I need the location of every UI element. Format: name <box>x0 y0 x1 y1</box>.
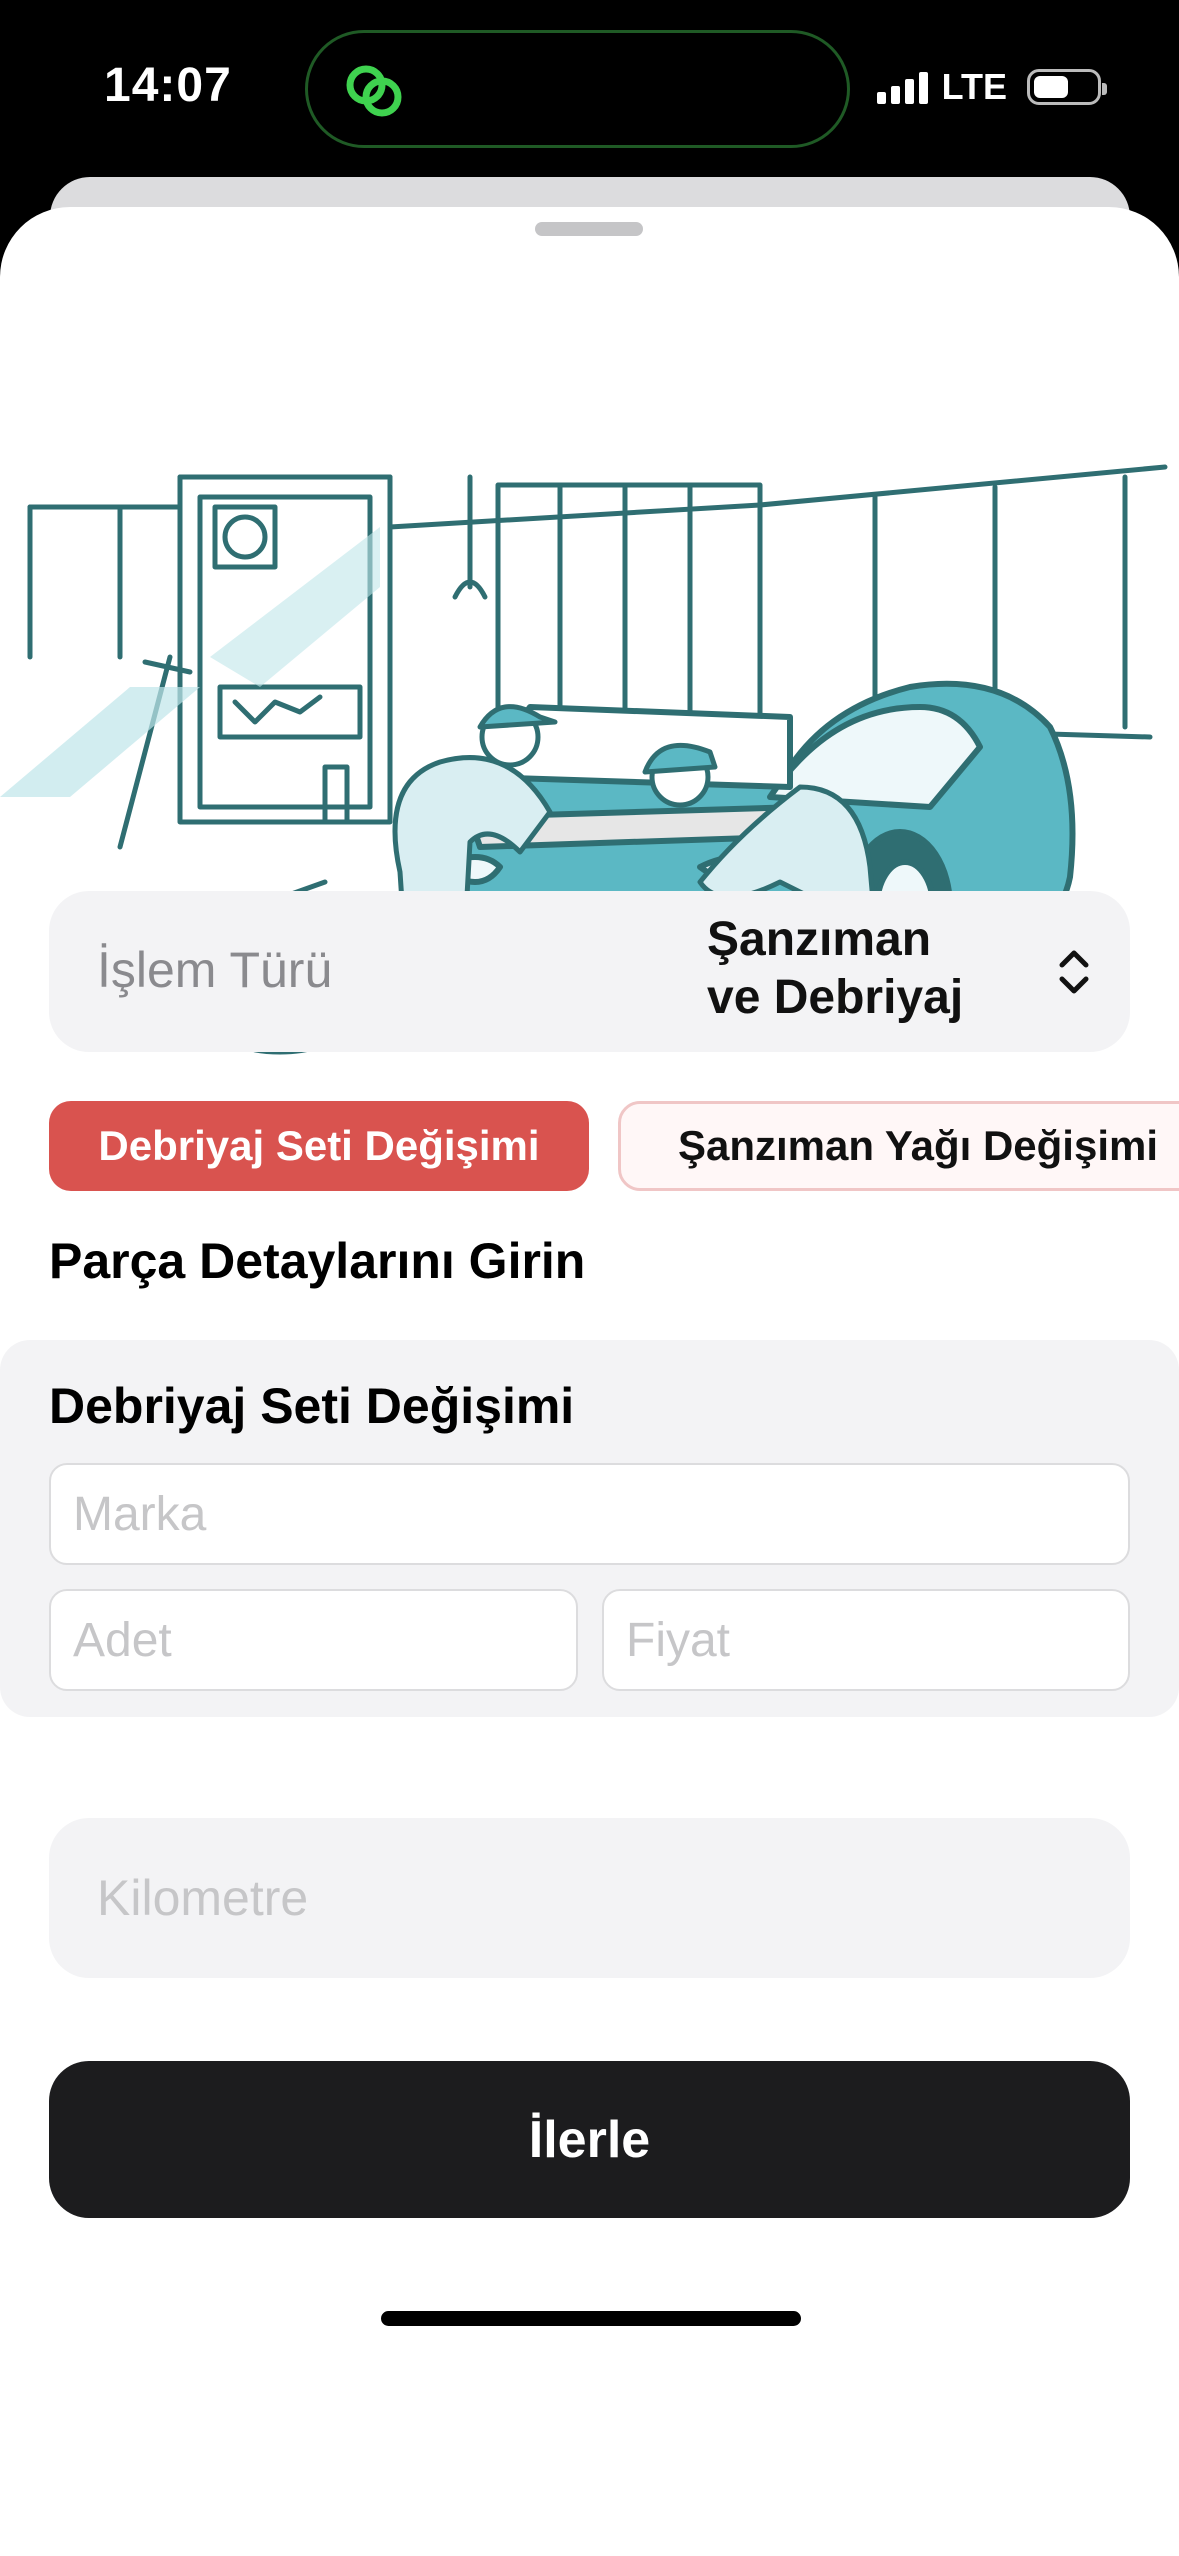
status-indicators: LTE <box>876 66 1107 108</box>
card-title: Debriyaj Seti Değişimi <box>49 1378 575 1434</box>
sheet-grabber[interactable] <box>535 222 643 236</box>
chevron-up-down-icon <box>1059 950 1089 994</box>
mileage-field[interactable]: Kilometre <box>49 1818 1130 1978</box>
quantity-field[interactable]: Adet <box>49 1589 578 1691</box>
link-rings-icon <box>346 65 402 117</box>
dynamic-island <box>305 30 850 148</box>
cellular-signal-icon <box>876 70 928 104</box>
screen: 14:07 LTE İşlem Türü Şanzıman ve Debriya… <box>0 0 1179 2556</box>
picker-value: Şanzıman ve Debriyaj <box>707 911 997 1027</box>
status-time: 14:07 <box>104 59 232 112</box>
price-field[interactable]: Fiyat <box>602 1589 1130 1691</box>
battery-icon <box>1027 69 1107 105</box>
network-type: LTE <box>941 66 1007 107</box>
status-bar: 14:07 LTE <box>0 0 1179 175</box>
picker-label: İşlem Türü <box>97 942 333 998</box>
picker-value-line2: ve Debriyaj <box>707 971 964 1024</box>
continue-button[interactable]: İlerle <box>49 2061 1130 2218</box>
chip-transmission-oil-change[interactable]: Şanzıman Yağı Değişimi <box>618 1101 1179 1191</box>
brand-field[interactable]: Marka <box>49 1463 1130 1565</box>
home-indicator[interactable] <box>381 2311 801 2326</box>
chip-clutch-set-replacement[interactable]: Debriyaj Seti Değişimi <box>49 1101 589 1191</box>
section-title: Parça Detaylarını Girin <box>49 1233 586 1289</box>
mechanics-repairing-car-illustration <box>0 464 1168 1055</box>
picker-value-line1: Şanzıman <box>707 913 932 966</box>
operation-type-picker[interactable]: İşlem Türü Şanzıman ve Debriyaj <box>49 891 1130 1052</box>
part-details-card: Debriyaj Seti Değişimi Marka Adet Fiyat <box>0 1340 1179 1717</box>
